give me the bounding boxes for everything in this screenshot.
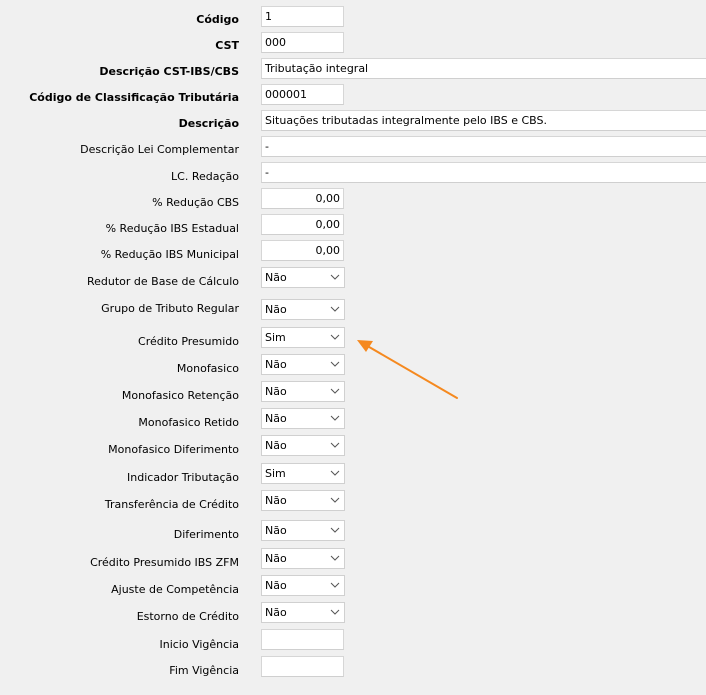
codigo-field[interactable]: 1 <box>261 6 344 27</box>
fim-vigencia-field[interactable] <box>261 656 344 677</box>
redutor-base-value: Não <box>265 271 287 284</box>
redutor-base-select[interactable]: Não <box>261 267 345 288</box>
diferimento-label: Diferimento <box>173 528 239 541</box>
chevron-down-icon <box>330 470 340 476</box>
cst-label: CST <box>215 39 239 52</box>
credito-presumido-label: Crédito Presumido <box>138 335 239 348</box>
chevron-down-icon <box>330 582 340 588</box>
lc-redacao-label: LC. Redação <box>171 170 239 183</box>
ajuste-competencia-select[interactable]: Não <box>261 575 345 596</box>
chevron-down-icon <box>330 555 340 561</box>
transferencia-credito-label: Transferência de Crédito <box>104 498 239 511</box>
monofasico-diferimento-value: Não <box>265 439 287 452</box>
monofasico-retido-label: Monofasico Retido <box>138 416 239 429</box>
grupo-tributo-select[interactable]: Não <box>261 299 345 320</box>
chevron-down-icon <box>330 527 340 533</box>
descricao-cst-field[interactable]: Tributação integral <box>261 58 706 79</box>
codigo-label: Código <box>196 13 239 26</box>
monofasico-diferimento-label: Monofasico Diferimento <box>108 443 239 456</box>
descricao-lei-field[interactable]: - <box>261 136 706 157</box>
grupo-tributo-label: Grupo de Tributo Regular <box>101 302 239 315</box>
monofasico-retencao-value: Não <box>265 385 287 398</box>
estorno-credito-select[interactable]: Não <box>261 602 345 623</box>
indicador-tributacao-select[interactable]: Sim <box>261 463 345 484</box>
chevron-down-icon <box>330 306 340 312</box>
reducao-ibs-estadual-label: % Redução IBS Estadual <box>105 222 239 235</box>
diferimento-select[interactable]: Não <box>261 520 345 541</box>
credito-presumido-value: Sim <box>265 331 286 344</box>
chevron-down-icon <box>330 497 340 503</box>
descricao-label: Descrição <box>178 117 239 130</box>
indicador-tributacao-value: Sim <box>265 467 286 480</box>
reducao-ibs-municipal-field[interactable]: 0,00 <box>261 240 344 261</box>
chevron-down-icon <box>330 361 340 367</box>
estorno-credito-label: Estorno de Crédito <box>136 610 239 623</box>
monofasico-label: Monofasico <box>176 362 239 375</box>
indicador-tributacao-label: Indicador Tributação <box>127 471 239 484</box>
ajuste-competencia-value: Não <box>265 579 287 592</box>
estorno-credito-value: Não <box>265 606 287 619</box>
codigo-classificacao-label: Código de Classificação Tributária <box>29 91 239 104</box>
monofasico-select[interactable]: Não <box>261 354 345 375</box>
monofasico-retencao-select[interactable]: Não <box>261 381 345 402</box>
credito-presumido-select[interactable]: Sim <box>261 327 345 348</box>
credito-presumido-zfm-select[interactable]: Não <box>261 548 345 569</box>
monofasico-value: Não <box>265 358 287 371</box>
diferimento-value: Não <box>265 524 287 537</box>
chevron-down-icon <box>330 334 340 340</box>
redutor-base-label: Redutor de Base de Cálculo <box>87 275 239 288</box>
monofasico-retido-select[interactable]: Não <box>261 408 345 429</box>
descricao-lei-label: Descrição Lei Complementar <box>80 143 239 156</box>
chevron-down-icon <box>330 274 340 280</box>
chevron-down-icon <box>330 415 340 421</box>
chevron-down-icon <box>330 609 340 615</box>
reducao-ibs-municipal-label: % Redução IBS Municipal <box>100 248 239 261</box>
chevron-down-icon <box>330 388 340 394</box>
cst-field[interactable]: 000 <box>261 32 344 53</box>
descricao-cst-label: Descrição CST-IBS/CBS <box>99 65 239 78</box>
tax-classification-form: Código 1 CST 000 Descrição CST-IBS/CBS T… <box>0 0 706 695</box>
lc-redacao-field[interactable]: - <box>261 162 706 183</box>
fim-vigencia-label: Fim Vigência <box>169 664 239 677</box>
chevron-down-icon <box>330 442 340 448</box>
monofasico-diferimento-select[interactable]: Não <box>261 435 345 456</box>
reducao-ibs-estadual-field[interactable]: 0,00 <box>261 214 344 235</box>
descricao-field[interactable]: Situações tributadas integralmente pelo … <box>261 110 706 131</box>
monofasico-retencao-label: Monofasico Retenção <box>121 389 239 402</box>
reducao-cbs-field[interactable]: 0,00 <box>261 188 344 209</box>
reducao-cbs-label: % Redução CBS <box>152 196 239 209</box>
transferencia-credito-value: Não <box>265 494 287 507</box>
ajuste-competencia-label: Ajuste de Competência <box>111 583 239 596</box>
monofasico-retido-value: Não <box>265 412 287 425</box>
grupo-tributo-value: Não <box>265 303 287 316</box>
inicio-vigencia-label: Inicio Vigência <box>159 638 239 651</box>
inicio-vigencia-field[interactable] <box>261 629 344 650</box>
credito-presumido-zfm-label: Crédito Presumido IBS ZFM <box>90 556 239 569</box>
transferencia-credito-select[interactable]: Não <box>261 490 345 511</box>
credito-presumido-zfm-value: Não <box>265 552 287 565</box>
codigo-classificacao-field[interactable]: 000001 <box>261 84 344 105</box>
